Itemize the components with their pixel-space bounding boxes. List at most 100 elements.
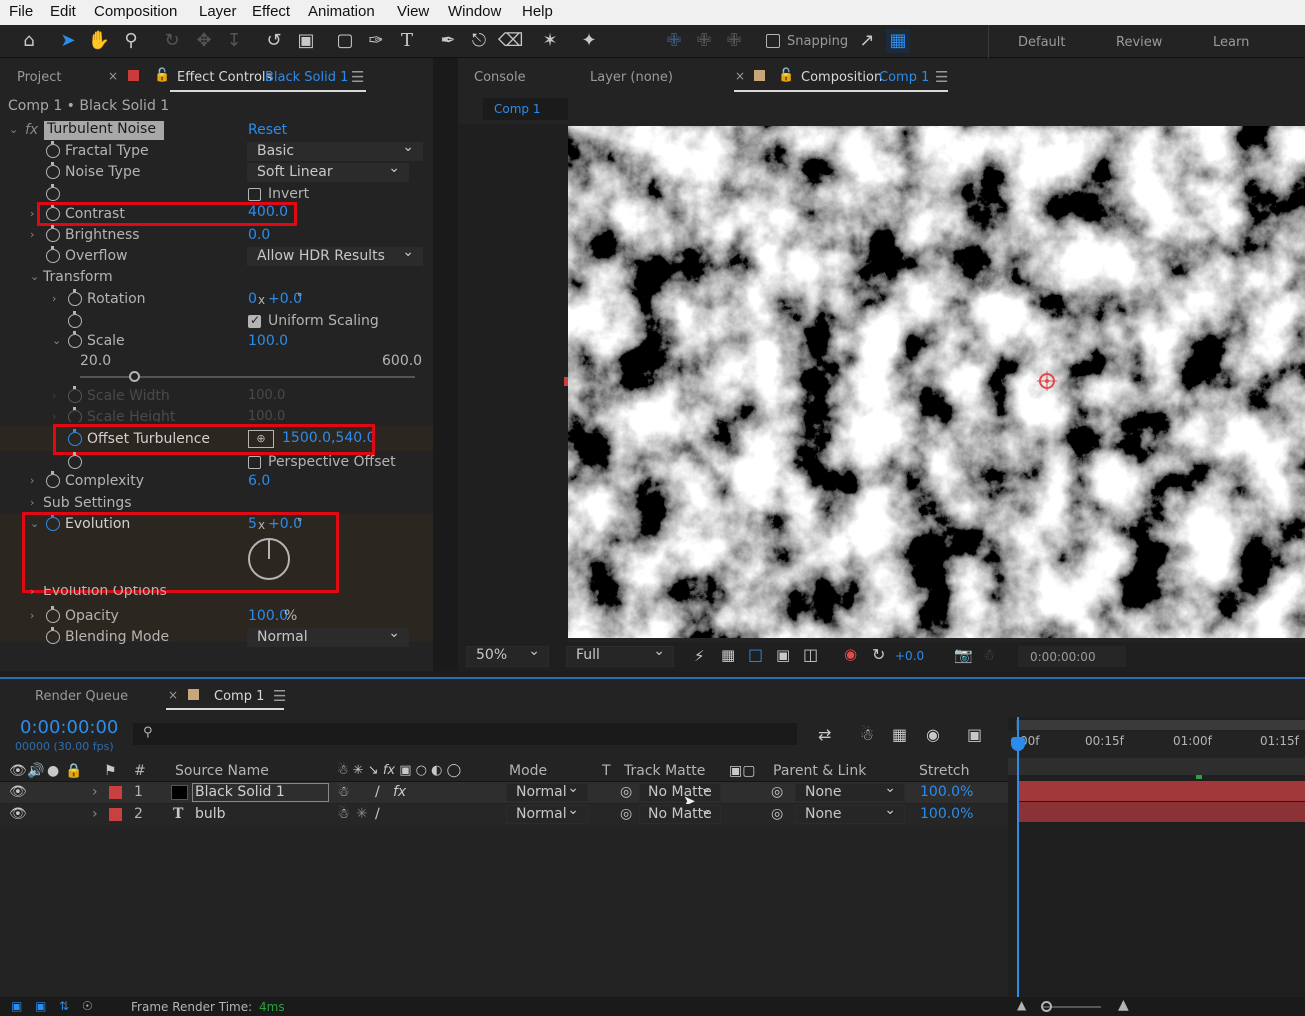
group-label[interactable]: Sub Settings [43, 495, 132, 511]
comp-flowchart-tab[interactable]: Comp 1 [483, 98, 568, 120]
layer-search-input[interactable]: ⚲ [133, 723, 797, 745]
zoom-out-icon[interactable]: ▲ [1017, 998, 1026, 1012]
panel-menu-icon[interactable]: ☰ [935, 68, 948, 86]
blend-mode-dropdown[interactable]: Normal [506, 802, 588, 824]
lock-icon[interactable]: 🔓 [778, 68, 794, 83]
expand-arrow-icon[interactable]: › [30, 609, 34, 622]
shy-switch-icon[interactable]: ☃ [337, 784, 350, 800]
tab-render-queue[interactable]: Render Queue [35, 689, 128, 704]
region-of-interest-icon[interactable]: ▣ [776, 646, 790, 664]
graph-editor-icon[interactable]: ▣ [967, 725, 982, 744]
video-eye-icon[interactable]: 👁 [9, 763, 27, 779]
stopwatch-icon[interactable] [46, 162, 60, 179]
label-tag-icon[interactable]: ⚑ [104, 763, 117, 779]
menu-animation[interactable]: Animation [308, 3, 375, 20]
stopwatch-icon[interactable] [46, 606, 60, 623]
stopwatch-icon[interactable] [46, 471, 60, 488]
invert-checkbox[interactable] [248, 188, 261, 201]
puppet-pin-tool-icon[interactable]: ✦ [577, 29, 601, 53]
dolly-camera-icon[interactable]: ↧ [222, 29, 246, 53]
group-label[interactable]: Transform [43, 269, 113, 285]
layer-switches-toggle-icon[interactable]: ▣ [11, 999, 22, 1013]
snap-features-icon[interactable]: ▦ [886, 29, 910, 53]
visibility-eye-icon[interactable]: 👁 [9, 784, 27, 800]
blend-mode-dropdown[interactable]: Normal [506, 780, 588, 802]
layer-duration-bar[interactable] [1018, 781, 1305, 801]
stopwatch-icon[interactable] [46, 141, 60, 158]
parent-dropdown[interactable]: None [795, 802, 905, 824]
layer-label-color[interactable] [109, 808, 122, 821]
exposure-reset-icon[interactable]: ↻ [872, 645, 885, 664]
shy-switch-icon[interactable]: ☃ [337, 806, 350, 822]
workspace-review[interactable]: Review [1116, 35, 1162, 50]
collapse-arrow-icon[interactable]: ⌄ [30, 270, 39, 283]
rotation-tool-icon[interactable]: ↺ [262, 29, 286, 53]
zoom-tool-icon[interactable]: ⚲ [119, 29, 143, 53]
expand-arrow-icon[interactable]: › [52, 292, 56, 305]
menu-effect[interactable]: Effect [252, 3, 290, 20]
fractal-type-dropdown[interactable]: Basic [247, 139, 423, 161]
composition-mini-flowchart-icon[interactable]: ⇄ [818, 725, 831, 744]
scale-value[interactable]: 100.0 [248, 333, 288, 349]
expand-arrow-icon[interactable]: › [30, 496, 34, 509]
composition-name[interactable]: Comp 1 [879, 70, 929, 85]
tab-composition[interactable]: Composition [801, 70, 882, 85]
stopwatch-icon[interactable] [68, 331, 82, 348]
in-out-toggle-icon[interactable]: ⇅ [59, 999, 69, 1013]
effect-controls-layer-name[interactable]: Black Solid 1 [265, 70, 348, 85]
parent-dropdown[interactable]: None [795, 780, 905, 802]
collapse-arrow-icon[interactable]: ⌄ [52, 334, 61, 347]
brightness-value[interactable]: 0.0 [248, 227, 270, 243]
local-axis-icon[interactable]: ✙ [662, 29, 686, 53]
stopwatch-icon[interactable] [68, 452, 82, 469]
expand-arrow-icon[interactable]: › [30, 474, 34, 487]
layer-duration-bar[interactable] [1018, 802, 1305, 822]
panel-gutter[interactable] [433, 58, 458, 671]
opacity-value[interactable]: 100.0 [248, 608, 288, 624]
expand-arrow-icon[interactable]: › [52, 410, 56, 422]
perspective-offset-checkbox[interactable] [248, 456, 261, 469]
effect-name[interactable]: Turbulent Noise [44, 121, 164, 140]
uniform-scaling-checkbox[interactable] [248, 313, 261, 328]
frame-blending-icon[interactable]: ▦ [892, 725, 907, 744]
menu-file[interactable]: File [9, 3, 33, 20]
type-tool-icon[interactable]: T [395, 29, 419, 53]
noise-type-dropdown[interactable]: Soft Linear [247, 160, 409, 182]
snapshot-camera-icon[interactable]: 📷 [954, 646, 973, 664]
roto-brush-tool-icon[interactable]: ✶ [538, 29, 562, 53]
stopwatch-icon[interactable] [46, 246, 60, 263]
stretch-value[interactable]: 100.0% [920, 806, 973, 822]
mask-visibility-icon[interactable]: □ [748, 645, 763, 664]
stopwatch-icon[interactable] [68, 407, 82, 422]
track-matte-dropdown[interactable]: No Matte [639, 802, 721, 824]
collapse-arrow-icon[interactable]: ⌄ [9, 123, 18, 136]
collapse-switch-icon[interactable]: ✳ [356, 806, 368, 822]
layer-name[interactable]: Black Solid 1 [192, 783, 329, 802]
tab-layer[interactable]: Layer (none) [590, 70, 673, 85]
home-icon[interactable]: ⌂ [17, 29, 41, 53]
parent-pickwhip-icon[interactable]: ◎ [771, 806, 783, 822]
exposure-value[interactable]: +0.0 [895, 649, 924, 663]
resolution-dropdown[interactable]: Full [566, 643, 674, 667]
quality-switch-icon[interactable]: ∕ [375, 806, 380, 822]
transparency-grid-icon[interactable]: ▦ [721, 646, 735, 664]
orbit-camera-icon[interactable]: ↻ [160, 29, 184, 53]
hand-tool-icon[interactable]: ✋ [87, 29, 111, 53]
workspace-learn[interactable]: Learn [1213, 35, 1249, 50]
current-time-field[interactable]: 0:00:00:00 [1018, 646, 1126, 667]
tab-console[interactable]: Console [474, 70, 526, 85]
motion-blur-icon[interactable]: ◉ [926, 725, 940, 744]
rectangle-tool-icon[interactable]: ▢ [333, 29, 357, 53]
track-matte-dropdown[interactable]: No Matte [639, 780, 721, 802]
selection-tool-icon[interactable]: ➤ [56, 29, 80, 53]
close-tab-icon[interactable]: × [168, 688, 178, 702]
close-tab-icon[interactable]: × [108, 69, 118, 83]
workspace-default[interactable]: Default [1018, 35, 1066, 50]
audio-icon[interactable]: 🔊 [27, 763, 44, 779]
channel-icon[interactable]: ◉ [844, 645, 857, 663]
stopwatch-icon[interactable] [68, 386, 82, 403]
menu-composition[interactable]: Composition [94, 3, 177, 20]
show-snapshot-icon[interactable]: ☃ [982, 646, 995, 664]
tab-comp-1[interactable]: Comp 1 [214, 689, 264, 704]
matte-pickwhip-icon[interactable]: ◎ [620, 784, 632, 800]
